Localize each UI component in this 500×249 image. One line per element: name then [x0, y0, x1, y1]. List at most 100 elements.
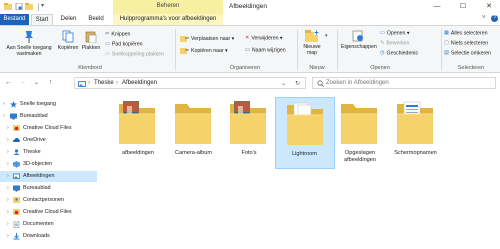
refresh-button[interactable]: ↻ — [295, 80, 300, 87]
select-all-icon: ▦ — [444, 30, 449, 36]
sidebar-item-afbeeldingen[interactable]: › Afbeeldingen — [0, 171, 97, 182]
sidebar-item-documenten[interactable]: › Documenten — [0, 219, 97, 230]
sidebar-item-downloads[interactable]: › Downloads — [0, 231, 97, 242]
cut-button[interactable]: ✂ Knippen — [105, 31, 130, 37]
sidebar-item-label: 3D-objecten — [23, 161, 53, 167]
select-none-button[interactable]: ▢ Niets selecteren — [444, 40, 488, 46]
pin-quick-access-button[interactable]: Aan Snelle toegang vastmaken — [4, 30, 54, 57]
customize-quick-access-icon[interactable]: ▾ — [41, 2, 44, 9]
contacts-icon — [13, 197, 20, 203]
search-input[interactable]: Zoeken in Afbeeldingen — [326, 80, 389, 86]
folder-item[interactable]: Camera-album — [164, 97, 224, 169]
select-none-label: Niets selecteren — [450, 40, 489, 47]
up-button[interactable]: ↑ — [46, 79, 55, 86]
paste-shortcut-button[interactable]: ▭ Snelkoppeling plakken — [105, 51, 164, 57]
expand-chevron-icon[interactable]: › — [7, 185, 9, 191]
downloads-icon — [13, 233, 20, 240]
sidebar-item-label: Creative Cloud Files — [23, 209, 72, 215]
ribbon-collapse-icon[interactable]: ˅ — [482, 15, 486, 21]
navigation-pane: › Snelle toegang › Bureaublad › Creative Clou… — [0, 93, 97, 249]
invert-selection-icon: ▤ — [444, 50, 449, 56]
paste-shortcut-icon: ▭ — [105, 51, 110, 57]
folder-item[interactable]: Lightroom — [274, 97, 335, 169]
title-bar: ▾ Beheren Afbeeldingen — ☐ ✕ — [0, 0, 500, 14]
contextual-group-label: Beheren — [156, 3, 180, 9]
copy-to-button[interactable]: Kopiëren naar ▾ — [180, 47, 228, 54]
sidebar-item-creative-cloud-files[interactable]: › Creative Cloud Files — [0, 207, 97, 218]
group-label-select: Selecteren — [457, 65, 485, 71]
sidebar-item-contactpersonen[interactable]: › Contactpersonen — [0, 195, 97, 206]
tab-start[interactable]: Start — [31, 14, 53, 25]
expand-chevron-icon[interactable]: › — [7, 197, 9, 203]
expand-chevron-icon[interactable]: › — [7, 149, 9, 155]
expand-chevron-icon[interactable]: › — [3, 113, 5, 119]
expand-chevron-icon[interactable]: › — [7, 161, 9, 167]
address-row: ← → ⌄ ↑ › Theske › Afbeeldingen ⌄ ↻ Zoek… — [0, 73, 500, 93]
properties-button[interactable]: Eigenschappen — [341, 30, 377, 50]
tab-delen[interactable]: Delen — [56, 14, 81, 25]
delete-button[interactable]: ✕ Verwijderen ▾ — [245, 35, 283, 41]
sidebar-item-onedrive[interactable]: › OneDrive — [0, 135, 97, 146]
tab-bestand[interactable]: Bestand — [0, 14, 29, 25]
sidebar-item-creative-cloud-files[interactable]: › Creative Cloud Files — [0, 123, 97, 134]
sidebar-item-theske[interactable]: › Theske — [0, 147, 97, 158]
invert-selection-button[interactable]: ▤ Selectie omkeren — [444, 50, 491, 56]
sidebar-item-3d-objecten[interactable]: › 3D-objecten — [0, 159, 97, 170]
expand-chevron-icon[interactable]: › — [7, 221, 9, 227]
copy-label: Kopiëren — [57, 45, 79, 51]
folder-item[interactable]: Schermopnamen — [386, 97, 446, 169]
new-folder-button[interactable]: Nieuwe map — [300, 30, 324, 56]
rename-icon: ▭ — [245, 47, 250, 53]
folder-item[interactable]: afbeeldingen — [108, 97, 168, 169]
sidebar-item-label: OneDrive — [23, 137, 46, 143]
sidebar-item-bureaublad[interactable]: › Bureaublad — [0, 111, 97, 122]
expand-chevron-icon[interactable]: › — [3, 101, 5, 107]
folder-item[interactable]: Foto's — [219, 97, 279, 169]
tab-beeld[interactable]: Beeld — [83, 14, 109, 25]
search-box[interactable]: Zoeken in Afbeeldingen — [312, 77, 496, 89]
properties-quick-icon[interactable] — [15, 3, 23, 10]
tab-picture-tools[interactable]: Hulpprogramma's voor afbeeldingen — [113, 14, 223, 25]
open-button[interactable]: ▭ Openen ▾ — [380, 30, 409, 36]
copy-button[interactable]: Kopiëren — [57, 30, 79, 51]
expand-chevron-icon[interactable]: › — [7, 209, 9, 215]
address-dropdown-button[interactable]: ⌄ — [281, 80, 286, 87]
pictures-folder-icon — [78, 81, 86, 87]
sidebar-item-label: Documenten — [23, 221, 54, 227]
copy-path-button[interactable]: ▭ Pad kopiëren — [105, 41, 142, 47]
recent-locations-button[interactable]: ⌄ — [32, 79, 41, 86]
scissors-icon: ✂ — [105, 31, 110, 37]
rename-button[interactable]: ▭ Naam wijzigen — [245, 47, 286, 53]
history-button[interactable]: ◷ Geschiedenis — [380, 50, 418, 56]
sidebar-item-bureaublad[interactable]: › Bureaublad — [0, 183, 97, 194]
move-to-button[interactable]: Verplaatsen naar ▾ — [180, 35, 234, 42]
address-bar[interactable]: › Theske › Afbeeldingen ⌄ ↻ — [74, 77, 306, 89]
minimize-button[interactable]: — — [430, 2, 444, 12]
forward-button[interactable]: → — [18, 79, 27, 86]
select-all-button[interactable]: ▦ Alles selecteren — [444, 30, 488, 36]
history-label: Geschiedenis — [386, 50, 418, 57]
expand-chevron-icon[interactable]: › — [7, 173, 9, 179]
expand-chevron-icon[interactable]: › — [7, 137, 9, 143]
breadcrumb-theske[interactable]: Theske — [94, 80, 114, 86]
pin-quick-access-label: Aan Snelle toegang vastmaken — [6, 45, 52, 57]
expand-chevron-icon[interactable]: › — [7, 233, 9, 239]
expand-chevron-icon[interactable]: › — [7, 125, 9, 131]
sidebar-item-label: Afbeeldingen — [23, 173, 55, 179]
pictures-folder-icon — [13, 173, 20, 179]
breadcrumb-afbeeldingen[interactable]: Afbeeldingen — [122, 80, 157, 86]
close-button[interactable]: ✕ — [482, 2, 496, 12]
maximize-button[interactable]: ☐ — [456, 2, 470, 12]
desktop-icon — [10, 113, 17, 120]
help-icon[interactable]: ? — [491, 15, 498, 22]
back-button[interactable]: ← — [4, 79, 13, 86]
edit-button[interactable]: ✎ Bewerken — [380, 40, 409, 46]
paste-button[interactable]: Plakken — [80, 30, 102, 51]
sidebar-item-snelle-toegang[interactable]: › Snelle toegang — [0, 99, 97, 110]
new-folder-quick-icon[interactable] — [25, 3, 33, 10]
folder-item[interactable]: Opgeslagen afbeeldingen — [330, 97, 390, 169]
sidebar-item-label: Theske — [23, 149, 41, 155]
folder-name: Foto's — [241, 150, 257, 156]
onedrive-icon — [13, 137, 20, 143]
new-item-dropdown-icon[interactable]: ▾ — [325, 33, 328, 39]
